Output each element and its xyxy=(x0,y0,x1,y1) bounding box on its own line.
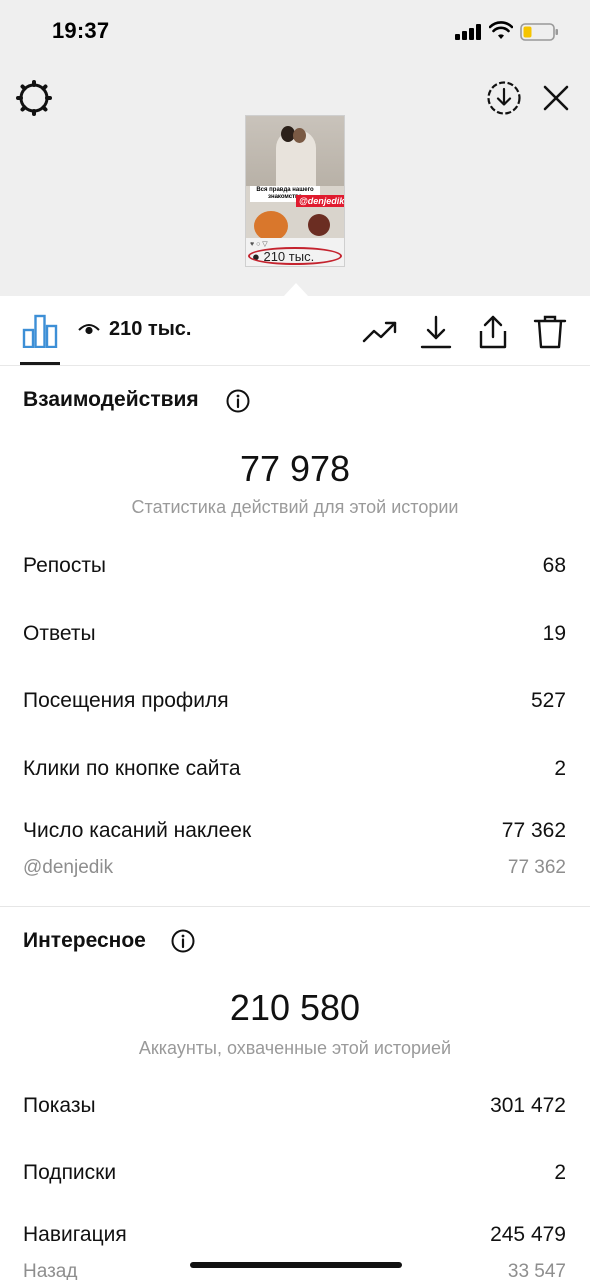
stat-label-website-clicks: Клики по кнопке сайта xyxy=(23,757,241,780)
delete-trash-icon[interactable] xyxy=(532,314,568,350)
discovery-title: Интересное xyxy=(23,929,146,952)
discovery-total: 210 580 xyxy=(229,987,361,1028)
stat-value-sticker-mention: 77 362 xyxy=(507,857,566,878)
story-preview-header: 19:37 Вся правда нашего знакомства @denj… xyxy=(0,0,590,297)
eye-icon xyxy=(78,324,100,335)
stat-value-sticker-taps: 77 362 xyxy=(501,819,566,842)
stat-value-impressions: 301 472 xyxy=(490,1094,566,1117)
story-thumbnail[interactable]: Вся правда нашего знакомства @denjedik ♥… xyxy=(245,115,345,267)
battery-icon xyxy=(520,23,558,41)
story-action-icons: ♥ ○ ▽ xyxy=(250,241,268,248)
stat-label-follows: Подписки xyxy=(23,1161,117,1184)
active-tab-indicator xyxy=(20,362,60,365)
stat-value-navigation: 245 479 xyxy=(490,1223,566,1246)
views-count: 210 тыс. xyxy=(109,318,192,340)
stat-value-back: 33 547 xyxy=(507,1261,566,1280)
status-time: 19:37 xyxy=(52,18,110,43)
insights-bar-chart-icon[interactable] xyxy=(22,314,58,348)
interactions-caption: Статистика действий для этой истории xyxy=(131,497,459,517)
stat-label-profile-visits: Посещения профиля xyxy=(23,689,229,712)
interactions-total: 77 978 xyxy=(239,448,351,489)
stat-label-navigation: Навигация xyxy=(23,1223,127,1246)
section-divider xyxy=(0,906,590,907)
stat-label-reposts: Репосты xyxy=(23,554,107,577)
download-icon[interactable] xyxy=(418,314,454,350)
insights-toolbar: 210 тыс. xyxy=(0,296,590,366)
save-story-icon[interactable] xyxy=(486,80,522,116)
discovery-caption: Аккаунты, охваченные этой историей xyxy=(138,1038,452,1058)
stat-label-impressions: Показы xyxy=(23,1094,96,1117)
share-icon[interactable] xyxy=(475,314,511,350)
stat-value-website-clicks: 2 xyxy=(554,757,566,780)
stat-value-follows: 2 xyxy=(554,1161,566,1184)
settings-gear-icon[interactable] xyxy=(16,80,52,116)
thumbnail-pointer xyxy=(283,283,309,297)
stat-label-sticker-mention: @denjedik xyxy=(23,857,114,878)
close-icon[interactable] xyxy=(540,82,572,114)
interactions-title: Взаимодействия xyxy=(23,388,199,411)
stat-label-sticker-taps: Число касаний наклеек xyxy=(23,819,252,842)
stat-label-replies: Ответы xyxy=(23,622,96,645)
highlight-circle xyxy=(248,247,342,265)
stat-value-replies: 19 xyxy=(542,622,566,645)
stat-value-reposts: 68 xyxy=(542,554,566,577)
trending-icon[interactable] xyxy=(362,314,398,350)
home-indicator[interactable] xyxy=(190,1262,402,1268)
wifi-icon xyxy=(489,21,513,39)
info-icon[interactable] xyxy=(226,389,250,413)
mention-sticker: @denjedik xyxy=(296,195,344,207)
stat-label-back: Назад xyxy=(23,1261,78,1280)
cellular-signal-icon xyxy=(455,24,483,40)
stat-value-profile-visits: 527 xyxy=(530,689,566,712)
info-icon[interactable] xyxy=(171,929,195,953)
